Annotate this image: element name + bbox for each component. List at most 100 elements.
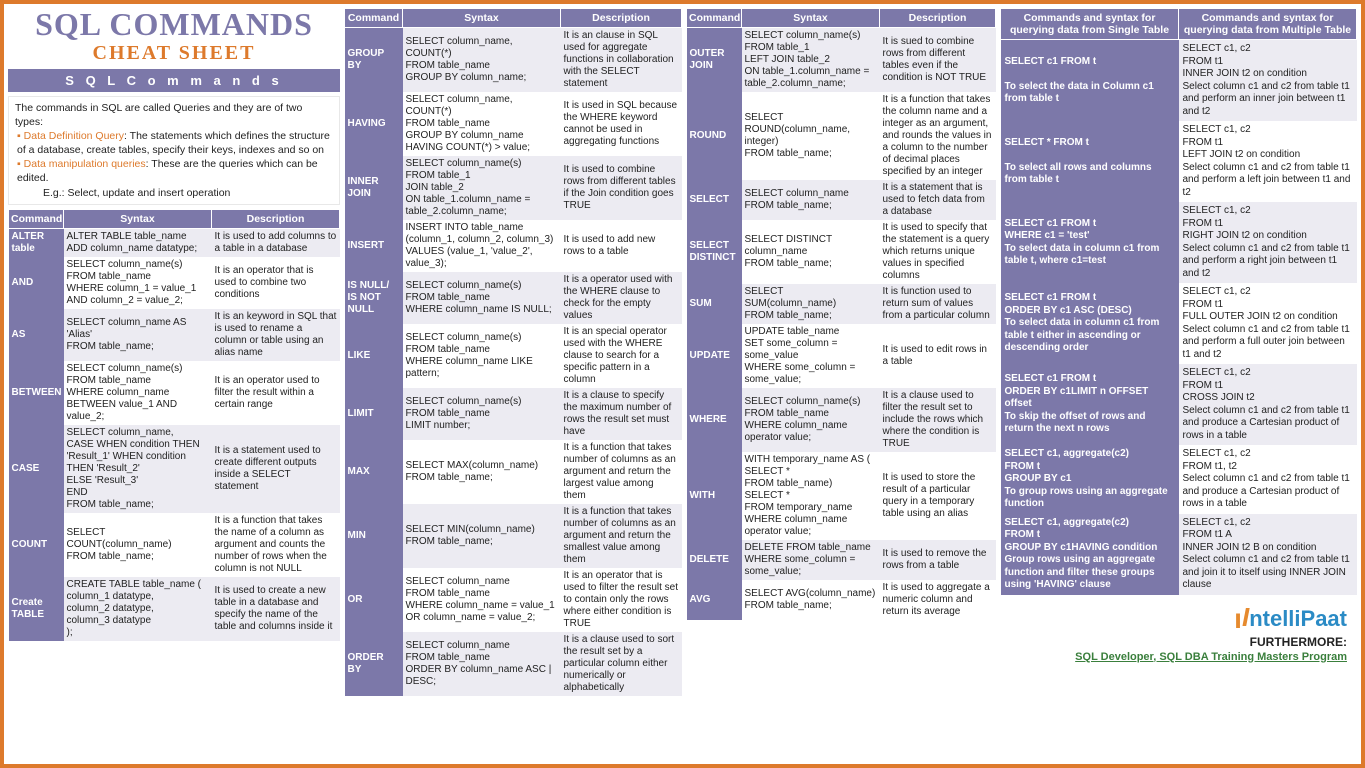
cell-description: It is a operator used with the WHERE cla…	[561, 272, 682, 324]
cell-syntax: UPDATE table_name SET some_column = some…	[742, 324, 880, 388]
cell-description: It is a statement that is used to fetch …	[880, 180, 996, 220]
cell-single-table: SELECT c1, aggregate(c2) FROM t GROUP BY…	[1001, 445, 1179, 514]
table-row: BETWEENSELECT column_name(s) FROM table_…	[9, 361, 340, 425]
intro-bullet-2: Data manipulation queries: These are the…	[17, 157, 333, 185]
table-row: Create TABLECREATE TABLE table_name ( co…	[9, 577, 340, 641]
th-syntax: Syntax	[742, 9, 880, 28]
table-row: COUNTSELECT COUNT(column_name) FROM tabl…	[9, 513, 340, 577]
cell-multi-table: SELECT c1, c2 FROM t1, t2 Select column …	[1179, 445, 1357, 514]
th-syntax: Syntax	[64, 209, 212, 228]
table-row: SELECT c1 FROM t WHERE c1 = 'test' To se…	[1001, 202, 1357, 283]
table-row: IS NULL/ IS NOT NULLSELECT column_name(s…	[345, 272, 682, 324]
cell-description: It is used to add columns to a table in …	[212, 228, 340, 257]
section-banner: S Q L C o m m a n d s	[8, 69, 340, 92]
cell-description: It is used to edit rows in a table	[880, 324, 996, 388]
th-single-table: Commands and syntax for querying data fr…	[1001, 9, 1179, 40]
th-description: Description	[561, 9, 682, 28]
cell-command: CASE	[9, 425, 64, 513]
intro-box: The commands in SQL are called Queries a…	[8, 96, 340, 205]
cell-syntax: SELECT column_name FROM table_name WHERE…	[403, 568, 561, 632]
cell-multi-table: SELECT c1, c2 FROM t1 LEFT JOIN t2 on co…	[1179, 121, 1357, 202]
table-row: OUTER JOINSELECT column_name(s) FROM tab…	[687, 28, 996, 93]
cell-command: OR	[345, 568, 403, 632]
cell-command: COUNT	[9, 513, 64, 577]
table-row: INSERTINSERT INTO table_name (column_1, …	[345, 220, 682, 272]
table-row: SELECT c1 FROM t ORDER BY c1LIMIT n OFFS…	[1001, 364, 1357, 445]
furthermore-label: FURTHERMORE:	[1000, 635, 1347, 649]
table-row: ORSELECT column_name FROM table_name WHE…	[345, 568, 682, 632]
cell-description: It is used to combine rows from differen…	[561, 156, 682, 220]
cell-description: It is an clause in SQL used for aggregat…	[561, 28, 682, 93]
cell-description: It is used to aggregate a numeric column…	[880, 580, 996, 620]
table-row: SELECT c1 FROM t To select the data in C…	[1001, 40, 1357, 122]
cell-description: It is an operator that is used to combin…	[212, 257, 340, 309]
training-link[interactable]: SQL Developer, SQL DBA Training Masters …	[1000, 651, 1347, 663]
commands-table-1: Command Syntax Description ALTER tableAL…	[8, 209, 340, 641]
cell-command: AND	[9, 257, 64, 309]
table-row: UPDATEUPDATE table_name SET some_column …	[687, 324, 996, 388]
th-description: Description	[212, 209, 340, 228]
cell-syntax: SELECT column_name(s) FROM table_name WH…	[742, 388, 880, 452]
cell-syntax: SELECT MAX(column_name) FROM table_name;	[403, 440, 561, 504]
cell-command: AS	[9, 309, 64, 361]
title-main: SQL COMMANDS	[8, 8, 340, 42]
intro-bullet-1: Data Definition Query: The statements wh…	[17, 129, 333, 157]
cell-command: LIMIT	[345, 388, 403, 440]
table-row: AVGSELECT AVG(column_name) FROM table_na…	[687, 580, 996, 620]
title-block: SQL COMMANDS CHEAT SHEET	[8, 8, 340, 69]
cell-description: It is a statement used to create differe…	[212, 425, 340, 513]
cell-description: It is function used to return sum of val…	[880, 284, 996, 324]
cell-multi-table: SELECT c1, c2 FROM t1 A INNER JOIN t2 B …	[1179, 514, 1357, 595]
cell-syntax: SELECT column_name(s) FROM table_name WH…	[403, 272, 561, 324]
cell-syntax: SELECT MIN(column_name) FROM table_name;	[403, 504, 561, 568]
cell-description: It is used to specify that the statement…	[880, 220, 996, 284]
cell-description: It is a function that takes number of co…	[561, 504, 682, 568]
table-row: MINSELECT MIN(column_name) FROM table_na…	[345, 504, 682, 568]
table-row: GROUP BYSELECT column_name, COUNT(*) FRO…	[345, 28, 682, 93]
cell-description: It is an operator that is used to filter…	[561, 568, 682, 632]
cell-syntax: SELECT column_name(s) FROM table_name WH…	[64, 257, 212, 309]
table-row: WHERESELECT column_name(s) FROM table_na…	[687, 388, 996, 452]
cell-syntax: SELECT DISTINCT column_name FROM table_n…	[742, 220, 880, 284]
cell-description: It is sued to combine rows from differen…	[880, 28, 996, 93]
table-row: CASESELECT column_name, CASE WHEN condit…	[9, 425, 340, 513]
cell-multi-table: SELECT c1, c2 FROM t1 CROSS JOIN t2 Sele…	[1179, 364, 1357, 445]
cell-command: MAX	[345, 440, 403, 504]
cell-syntax: SELECT column_name(s) FROM table_1 LEFT …	[742, 28, 880, 93]
th-command: Command	[687, 9, 742, 28]
cell-command: GROUP BY	[345, 28, 403, 93]
cell-syntax: SELECT ROUND(column_name, integer) FROM …	[742, 92, 880, 180]
table-row: SUMSELECT SUM(column_name) FROM table_na…	[687, 284, 996, 324]
cell-syntax: SELECT column_name AS 'Alias' FROM table…	[64, 309, 212, 361]
table-row: ALTER tableALTER TABLE table_name ADD co…	[9, 228, 340, 257]
cell-description: It is a clause used to sort the result s…	[561, 632, 682, 696]
cell-syntax: SELECT column_name(s) FROM table_name WH…	[403, 324, 561, 388]
cell-command: HAVING	[345, 92, 403, 156]
th-multi-table: Commands and syntax for querying data fr…	[1179, 9, 1357, 40]
cell-description: It is a clause used to filter the result…	[880, 388, 996, 452]
cell-single-table: SELECT c1 FROM t To select the data in C…	[1001, 40, 1179, 122]
cell-syntax: SELECT column_name, CASE WHEN condition …	[64, 425, 212, 513]
cell-description: It is an special operator used with the …	[561, 324, 682, 388]
cell-multi-table: SELECT c1, c2 FROM t1 FULL OUTER JOIN t2…	[1179, 283, 1357, 364]
th-description: Description	[880, 9, 996, 28]
cell-description: It is used to store the result of a part…	[880, 452, 996, 540]
query-table-single-multi: Commands and syntax for querying data fr…	[1000, 8, 1357, 595]
cell-single-table: SELECT c1, aggregate(c2) FROM t GROUP BY…	[1001, 514, 1179, 595]
cell-command: SUM	[687, 284, 742, 324]
cell-syntax: DELETE FROM table_name WHERE some_column…	[742, 540, 880, 580]
cell-single-table: SELECT c1 FROM t WHERE c1 = 'test' To se…	[1001, 202, 1179, 283]
cell-command: DELETE	[687, 540, 742, 580]
table-row: HAVINGSELECT column_name, COUNT(*) FROM …	[345, 92, 682, 156]
cell-command: LIKE	[345, 324, 403, 388]
cell-command: ORDER BY	[345, 632, 403, 696]
logo-area: ıIntelliPaat FURTHERMORE: SQL Developer,…	[1000, 601, 1357, 663]
cell-command: WITH	[687, 452, 742, 540]
cell-description: It is used to create a new table in a da…	[212, 577, 340, 641]
cell-syntax: SELECT column_name FROM table_name;	[742, 180, 880, 220]
th-command: Command	[345, 9, 403, 28]
table-row: ANDSELECT column_name(s) FROM table_name…	[9, 257, 340, 309]
cell-command: BETWEEN	[9, 361, 64, 425]
cell-syntax: SELECT column_name FROM table_name ORDER…	[403, 632, 561, 696]
cell-description: It is a function that takes the column n…	[880, 92, 996, 180]
